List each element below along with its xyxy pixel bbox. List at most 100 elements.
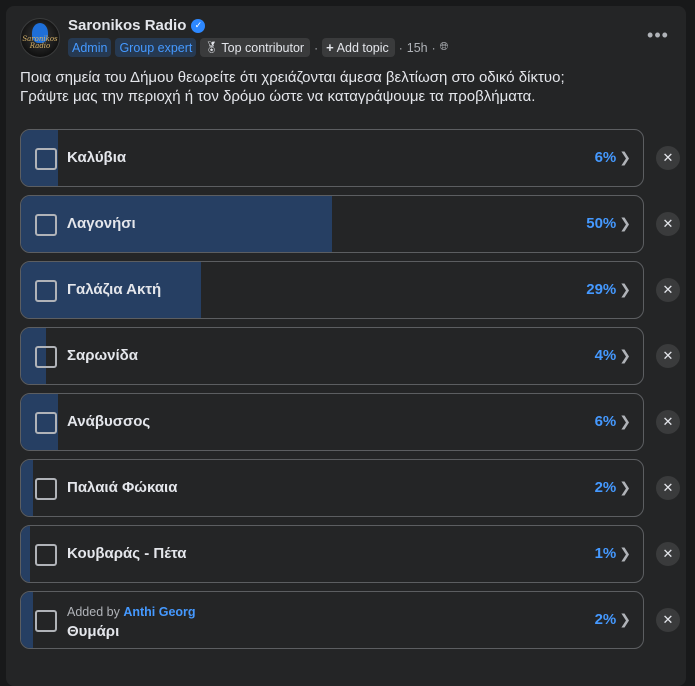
chevron-right-icon: ❯	[619, 479, 631, 495]
separator-dot: ·	[398, 40, 403, 55]
poll-option-row: Added by Anthi Georg Θυμάρι 2% ❯ ✕	[20, 591, 686, 649]
remove-option-button[interactable]: ✕	[656, 476, 680, 500]
avatar[interactable]: Saronikos Radio	[20, 18, 60, 58]
badge-admin[interactable]: Admin	[68, 38, 112, 57]
poll-option-checkbox[interactable]	[35, 148, 57, 170]
poll-option-percent[interactable]: 4% ❯	[595, 347, 631, 364]
poll-options: Καλύβια 6% ❯ ✕ Λαγονήσι 50% ❯ ✕ Γαλάζια Ακ…	[20, 129, 686, 657]
badge-group-expert[interactable]: Group expert	[115, 38, 197, 57]
poll-option-checkbox[interactable]	[35, 214, 57, 236]
more-options-button[interactable]: •••	[646, 26, 670, 48]
badge-top-contributor-label: Top contributor	[221, 40, 305, 55]
close-icon: ✕	[662, 414, 674, 429]
poll-option[interactable]: Παλαιά Φώκαια 2% ❯	[20, 459, 644, 517]
poll-option-label: Θυμάρι	[67, 623, 120, 640]
globe-icon: 🌐︎	[439, 41, 449, 53]
poll-option-percent-value: 6%	[594, 413, 617, 430]
poll-option-row: Κουβαράς - Πέτα 1% ❯ ✕	[20, 525, 686, 583]
post-text-line: Γράψτε μας την περιοχή ή τον δρόμο ώστε …	[20, 88, 536, 105]
remove-option-button[interactable]: ✕	[656, 608, 680, 632]
author-row: Saronikos Radio ✓	[68, 17, 206, 34]
poll-option[interactable]: Γαλάζια Ακτή 29% ❯	[20, 261, 644, 319]
close-icon: ✕	[662, 282, 674, 297]
close-icon: ✕	[662, 348, 674, 363]
remove-option-button[interactable]: ✕	[656, 410, 680, 434]
close-icon: ✕	[662, 480, 674, 495]
author-name[interactable]: Saronikos Radio	[68, 17, 186, 34]
poll-option-percent-value: 6%	[594, 149, 617, 166]
poll-option-percent-value: 50%	[586, 215, 617, 232]
poll-option-fill	[21, 460, 34, 516]
chevron-right-icon: ❯	[619, 149, 631, 165]
poll-option-percent[interactable]: 1% ❯	[595, 545, 631, 562]
poll-option-checkbox[interactable]	[35, 610, 57, 632]
added-by-prefix: Added by	[67, 605, 120, 619]
poll-option-row: Σαρωνίδα 4% ❯ ✕	[20, 327, 686, 385]
poll-option-label: Καλύβια	[67, 149, 127, 166]
verified-icon: ✓	[191, 18, 206, 33]
poll-option-checkbox[interactable]	[35, 346, 57, 368]
separator-dot: ·	[431, 40, 436, 55]
added-by-author[interactable]: Anthi Georg	[123, 605, 195, 619]
poll-option-label: Λαγονήσι	[67, 215, 136, 232]
poll-option[interactable]: Κουβαράς - Πέτα 1% ❯	[20, 525, 644, 583]
poll-option[interactable]: Λαγονήσι 50% ❯	[20, 195, 644, 253]
poll-option-percent[interactable]: 6% ❯	[595, 413, 631, 430]
poll-option-percent-value: 29%	[586, 281, 617, 298]
poll-option-label: Παλαιά Φώκαια	[67, 479, 178, 496]
poll-option-fill	[21, 592, 34, 648]
add-topic-button[interactable]: + Add topic	[322, 38, 395, 57]
close-icon: ✕	[662, 546, 674, 561]
add-topic-label: Add topic	[336, 40, 389, 55]
chevron-right-icon: ❯	[619, 281, 631, 297]
chevron-right-icon: ❯	[619, 215, 631, 231]
poll-option-checkbox[interactable]	[35, 544, 57, 566]
post-text: Ποια σημεία του Δήμου θεωρείτε ότι χρειά…	[20, 68, 660, 106]
remove-option-button[interactable]: ✕	[656, 146, 680, 170]
author-meta: Admin Group expert 🏅︎ Top contributor · …	[68, 38, 448, 57]
poll-option-row: Παλαιά Φώκαια 2% ❯ ✕	[20, 459, 686, 517]
close-icon: ✕	[662, 216, 674, 231]
award-icon: 🏅︎	[204, 42, 219, 54]
post-time[interactable]: 15h	[407, 41, 428, 55]
poll-option-percent[interactable]: 50% ❯	[586, 215, 631, 232]
post-card: Saronikos Radio Saronikos Radio ✓ Admin …	[6, 6, 686, 686]
chevron-right-icon: ❯	[619, 413, 631, 429]
poll-option-label: Γαλάζια Ακτή	[67, 281, 162, 298]
poll-option[interactable]: Καλύβια 6% ❯	[20, 129, 644, 187]
poll-option-row: Ανάβυσσος 6% ❯ ✕	[20, 393, 686, 451]
chevron-right-icon: ❯	[619, 611, 631, 627]
poll-option-row: Καλύβια 6% ❯ ✕	[20, 129, 686, 187]
poll-option-percent[interactable]: 29% ❯	[586, 281, 631, 298]
poll-option-label: Ανάβυσσος	[67, 413, 151, 430]
poll-option-row: Γαλάζια Ακτή 29% ❯ ✕	[20, 261, 686, 319]
chevron-right-icon: ❯	[619, 347, 631, 363]
poll-option[interactable]: Ανάβυσσος 6% ❯	[20, 393, 644, 451]
avatar-logo-text: Saronikos Radio	[22, 35, 58, 50]
poll-option[interactable]: Added by Anthi Georg Θυμάρι 2% ❯	[20, 591, 644, 649]
poll-option-checkbox[interactable]	[35, 412, 57, 434]
poll-option-percent[interactable]: 6% ❯	[595, 149, 631, 166]
poll-option-fill	[21, 526, 31, 582]
poll-option-percent[interactable]: 2% ❯	[595, 611, 631, 628]
remove-option-button[interactable]: ✕	[656, 542, 680, 566]
poll-option-row: Λαγονήσι 50% ❯ ✕	[20, 195, 686, 253]
chevron-right-icon: ❯	[619, 545, 631, 561]
close-icon: ✕	[662, 612, 674, 627]
post-header: Saronikos Radio Saronikos Radio ✓ Admin …	[20, 16, 676, 64]
poll-option[interactable]: Σαρωνίδα 4% ❯	[20, 327, 644, 385]
poll-option-percent[interactable]: 2% ❯	[595, 479, 631, 496]
poll-option-checkbox[interactable]	[35, 478, 57, 500]
poll-option-label: Σαρωνίδα	[67, 347, 139, 364]
poll-option-checkbox[interactable]	[35, 280, 57, 302]
badge-top-contributor[interactable]: 🏅︎ Top contributor	[200, 38, 311, 57]
remove-option-button[interactable]: ✕	[656, 278, 680, 302]
separator-dot: ·	[314, 40, 319, 55]
poll-option-percent-value: 2%	[594, 611, 617, 628]
remove-option-button[interactable]: ✕	[656, 344, 680, 368]
added-by: Added by Anthi Georg	[67, 605, 196, 619]
poll-option-percent-value: 4%	[594, 347, 617, 364]
plus-icon: +	[326, 40, 334, 55]
poll-option-percent-value: 1%	[594, 545, 617, 562]
remove-option-button[interactable]: ✕	[656, 212, 680, 236]
